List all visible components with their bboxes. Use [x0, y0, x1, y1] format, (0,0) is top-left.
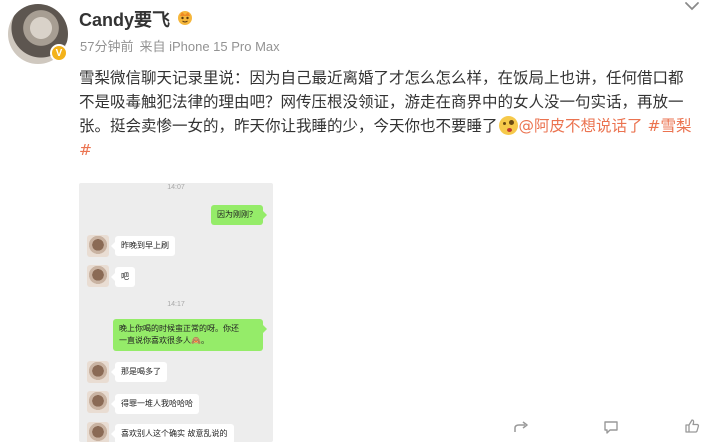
crown-icon [178, 11, 192, 25]
chat-bubble-received: 昨晚到早上刷 [111, 236, 175, 256]
post-time[interactable]: 57分钟前 [80, 39, 133, 54]
chat-timestamp: 14:07 [167, 184, 185, 191]
chat-bubble-sent: 因为刚刚？ [211, 205, 267, 225]
chat-avatar [87, 235, 109, 257]
mention-link[interactable]: @阿皮不想说话了 [519, 117, 643, 135]
chat-bubble-line: 一直说你喜欢很多人🙈。 [119, 336, 209, 345]
chat-bubble-line: 晚上你喝的时候蛮正常的呀。你还 [119, 324, 239, 333]
post-body: 雪梨微信聊天记录里说：因为自己最近离婚了才怎么怎么样，在饭局上也讲，任何借口都不… [79, 66, 694, 162]
verified-badge: V [50, 44, 68, 62]
comment-icon[interactable] [603, 420, 619, 434]
post-meta: 57分钟前 来自 iPhone 15 Pro Max [80, 36, 286, 55]
chat-bubble-received: 得罪一堆人我哈哈哈 [111, 394, 199, 414]
chat-screenshot-image[interactable]: 14:07 因为刚刚？ 昨晚到早上刷 吧 14:17 晚上你喝的时候蛮正常的呀。… [79, 183, 273, 442]
chat-avatar [87, 391, 109, 413]
thumbs-up-icon[interactable] [684, 418, 700, 434]
author-name[interactable]: Candy要飞 [79, 6, 170, 32]
chat-timestamp: 14:17 [167, 301, 185, 308]
surprised-emoji-icon [498, 116, 518, 135]
chat-avatar [87, 422, 109, 442]
chat-bubble-sent: 晚上你喝的时候蛮正常的呀。你还 一直说你喜欢很多人🙈。 [113, 319, 267, 351]
share-icon[interactable] [513, 420, 531, 434]
chat-avatar [87, 265, 109, 287]
chevron-down-icon[interactable] [683, 0, 701, 14]
chat-bubble-received: 喜欢别人这个确实 故意乱说的 [111, 424, 234, 442]
chat-bubble-received: 吧 [111, 267, 135, 287]
post-source: 来自 iPhone 15 Pro Max [139, 39, 280, 54]
chat-bubble-received: 那是喝多了 [111, 362, 167, 382]
chat-avatar [87, 361, 109, 383]
